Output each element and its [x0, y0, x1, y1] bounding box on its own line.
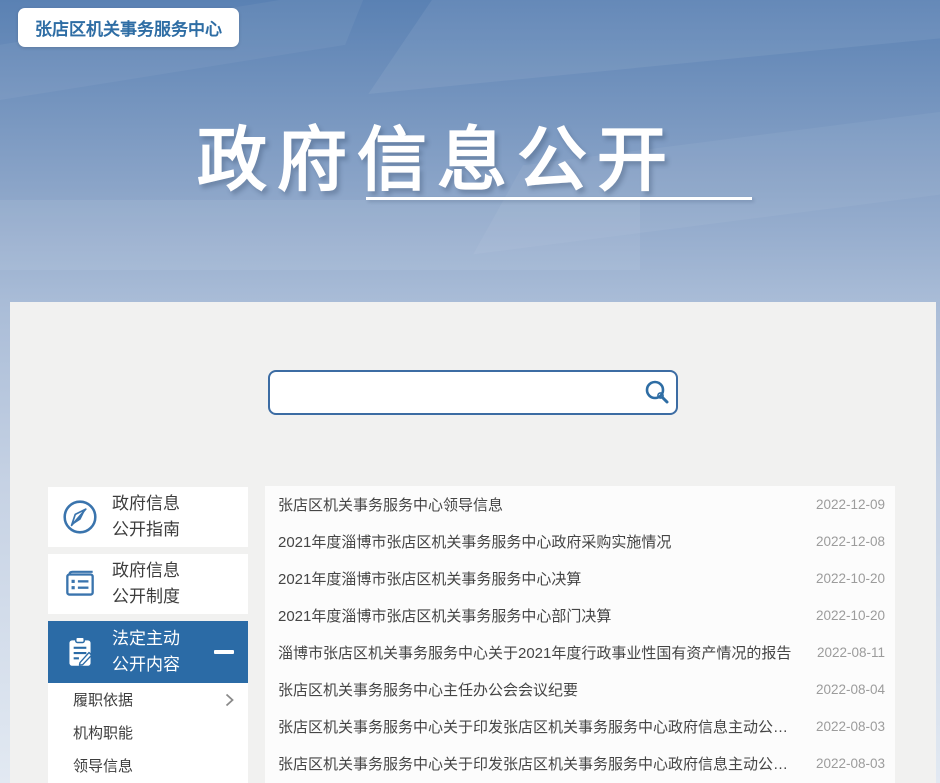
news-item-title[interactable]: 2021年度淄博市张店区机关事务服务中心政府采购实施情况 — [278, 531, 671, 552]
news-item-title[interactable]: 张店区机关事务服务中心领导信息 — [278, 494, 503, 515]
search-box — [268, 370, 678, 415]
sidebar-subitem[interactable]: 机构职能 — [48, 716, 248, 749]
sidebar-subitem[interactable]: 履职依据 — [48, 683, 248, 716]
news-item-date: 2022-12-09 — [802, 497, 885, 512]
news-item-date: 2022-12-08 — [802, 534, 885, 549]
news-list-item[interactable]: 张店区机关事务服务中心关于印发张店区机关事务服务中心政府信息主动公开基本目录的通… — [265, 708, 895, 745]
news-list-item[interactable]: 2021年度淄博市张店区机关事务服务中心政府采购实施情况 2022-12-08 — [265, 523, 895, 560]
sidebar-submenu: 履职依据 机构职能 领导信息 — [48, 683, 248, 783]
news-item-date: 2022-08-03 — [802, 756, 885, 771]
page-title: 政府信息公开 — [197, 104, 677, 205]
news-item-date: 2022-08-11 — [803, 645, 885, 660]
news-list-item[interactable]: 2021年度淄博市张店区机关事务服务中心决算 2022-10-20 — [265, 560, 895, 597]
news-list-item[interactable]: 2021年度淄博市张店区机关事务服务中心部门决算 2022-10-20 — [265, 597, 895, 634]
sidebar-subitem[interactable]: 领导信息 — [48, 749, 248, 782]
sidebar-item-label: 政府信息 公开指南 — [112, 491, 180, 543]
search-input[interactable] — [270, 372, 638, 413]
sidebar-item-label: 法定主动 公开内容 — [112, 626, 180, 678]
compass-icon — [61, 498, 99, 536]
sidebar-subitem-label: 机构职能 — [73, 722, 133, 743]
news-item-date: 2022-08-04 — [802, 682, 885, 697]
sidebar-subitem-label: 履职依据 — [73, 689, 133, 710]
news-item-date: 2022-10-20 — [802, 608, 885, 623]
search-icon — [643, 379, 671, 407]
site-name-badge[interactable]: 张店区机关事务服务中心 — [18, 8, 239, 47]
news-item-date: 2022-08-03 — [802, 719, 885, 734]
news-item-title[interactable]: 张店区机关事务服务中心关于印发张店区机关事务服务中心政府信息主动公开基本目录的通… — [278, 753, 802, 774]
sidebar-item-guide[interactable]: 政府信息 公开指南 — [48, 487, 248, 547]
clipboard-pen-icon — [61, 633, 99, 671]
title-underline — [366, 197, 752, 200]
news-item-title[interactable]: 2021年度淄博市张店区机关事务服务中心部门决算 — [278, 605, 611, 626]
news-list-item[interactable]: 张店区机关事务服务中心领导信息 2022-12-09 — [265, 486, 895, 523]
news-list-item[interactable]: 淄博市张店区机关事务服务中心关于2021年度行政事业性国有资产情况的报告 202… — [265, 634, 895, 671]
news-item-title[interactable]: 张店区机关事务服务中心关于印发张店区机关事务服务中心政府信息主动公开基本目录的通… — [278, 716, 802, 737]
chevron-right-icon — [225, 693, 234, 707]
search-button[interactable] — [638, 372, 676, 413]
sidebar-item-system[interactable]: 政府信息 公开制度 — [48, 554, 248, 614]
page: 张店区机关事务服务中心 政府信息公开 政府 — [0, 0, 940, 783]
banner-decor — [368, 0, 940, 94]
sidebar-item-label: 政府信息 公开制度 — [112, 558, 180, 610]
news-item-date: 2022-10-20 — [802, 571, 885, 586]
news-list-item[interactable]: 张店区机关事务服务中心主任办公会会议纪要 2022-08-04 — [265, 671, 895, 708]
news-item-title[interactable]: 张店区机关事务服务中心主任办公会会议纪要 — [278, 679, 578, 700]
minus-icon[interactable] — [214, 650, 234, 654]
banner: 张店区机关事务服务中心 政府信息公开 — [0, 0, 940, 302]
news-list-item[interactable]: 张店区机关事务服务中心关于印发张店区机关事务服务中心政府信息主动公开基本目录的通… — [265, 745, 895, 782]
news-item-title[interactable]: 淄博市张店区机关事务服务中心关于2021年度行政事业性国有资产情况的报告 — [278, 642, 791, 663]
sidebar-item-statutory-disclosure[interactable]: 法定主动 公开内容 — [48, 621, 248, 683]
news-item-title[interactable]: 2021年度淄博市张店区机关事务服务中心决算 — [278, 568, 581, 589]
notebook-list-icon — [61, 565, 99, 603]
sidebar-subitem-label: 领导信息 — [73, 755, 133, 776]
news-list: 张店区机关事务服务中心领导信息 2022-12-09 2021年度淄博市张店区机… — [265, 486, 895, 783]
